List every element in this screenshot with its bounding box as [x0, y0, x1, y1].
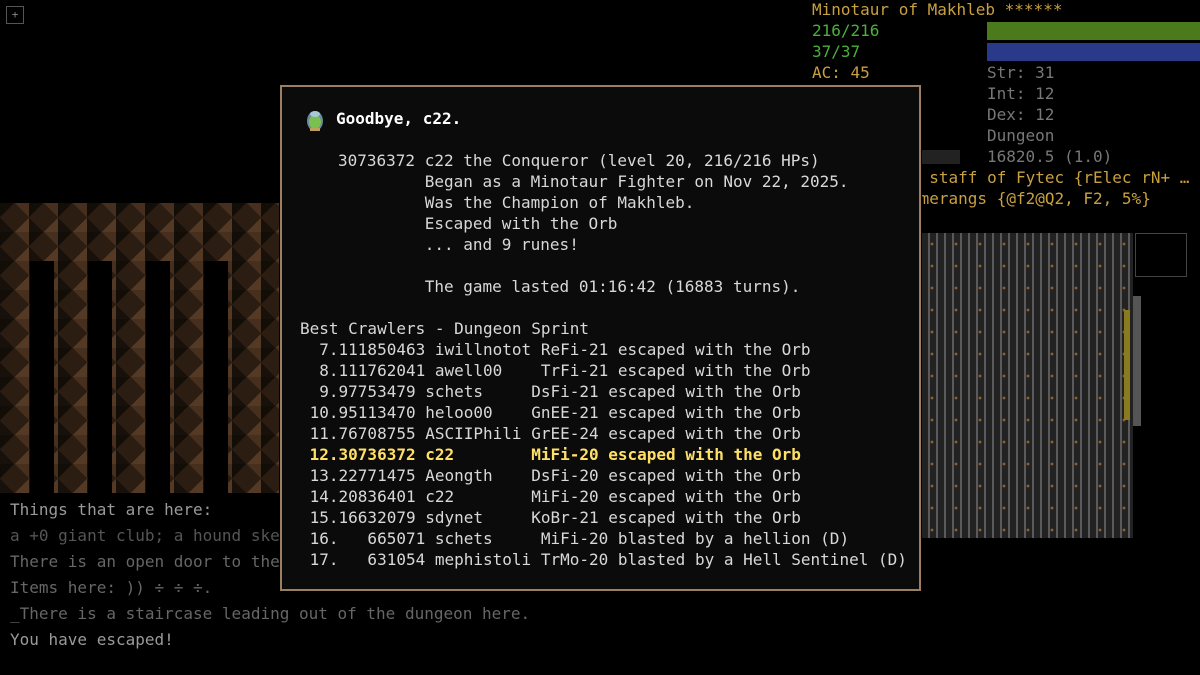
mp-value: 37/37 [812, 42, 861, 61]
map-scroll-thumb[interactable] [1124, 310, 1130, 420]
summary-line: Escaped with the Orb [338, 214, 618, 233]
ac-value: AC: 45 [812, 63, 870, 82]
log-line: _There is a staircase leading out of the… [10, 604, 531, 623]
summary-line: Was the Champion of Makhleb. [338, 193, 695, 212]
game-over-dialog[interactable]: Goodbye, c22. 30736372 c22 the Conqueror… [280, 85, 921, 591]
place-value: Dungeon [987, 126, 1055, 145]
map-scrollbar[interactable] [1133, 296, 1141, 426]
goodbye-heading: Goodbye, c22. [336, 109, 462, 128]
corridor-gap [88, 261, 112, 493]
str-value: Str: 31 [987, 63, 1055, 82]
mp-bar [987, 43, 1200, 61]
player-avatar-icon [307, 111, 323, 131]
map-items [920, 233, 1133, 538]
dungeon-map[interactable] [920, 233, 1133, 538]
hp-bar [987, 22, 1200, 40]
summary-line: Began as a Minotaur Fighter on Nov 22, 2… [338, 172, 849, 191]
score-row-current[interactable]: 12.30736372 c22 MiFi-20 escaped with the… [300, 444, 801, 465]
score-row[interactable]: 9.97753479 schets DsFi-21 escaped with t… [300, 381, 801, 402]
wielded-weapon: y staff of Fytec {rElec rN+ … [910, 168, 1190, 187]
score-row[interactable]: 11.76708755 ASCIIPhili GrEE-24 escaped w… [300, 423, 801, 444]
summary-line: ... and 9 runes! [338, 235, 579, 254]
corridor-gap [30, 261, 54, 493]
score-row[interactable]: 13.22771475 Aeongth DsFi-20 escaped with… [300, 465, 801, 486]
score-row[interactable]: 8.111762041 awell00 TrFi-21 escaped with… [300, 360, 810, 381]
summary-line: 30736372 c22 the Conqueror (level 20, 21… [338, 151, 820, 170]
scores-title: Best Crawlers - Dungeon Sprint [300, 319, 589, 338]
score-row[interactable]: 7.111850463 iwillnotot ReFi-21 escaped w… [300, 339, 810, 360]
character-title: Minotaur of Makhleb ****** [812, 0, 1063, 19]
int-value: Int: 12 [987, 84, 1055, 103]
status-bar-fragment [922, 150, 960, 164]
minimap-frame [1135, 233, 1187, 277]
corridor-gap [204, 261, 228, 493]
menu-button[interactable]: + [6, 6, 24, 24]
score-row[interactable]: 14.20836401 c22 MiFi-20 escaped with the… [300, 486, 801, 507]
log-line: You have escaped! [10, 630, 174, 649]
summary-line: The game lasted 01:16:42 (16883 turns). [338, 277, 801, 296]
score-row[interactable]: 17. 631054 mephistoli TrMo-20 blasted by… [300, 549, 907, 570]
hp-value: 216/216 [812, 21, 880, 40]
score-row[interactable]: 16. 665071 schets MiFi-20 blasted by a h… [300, 528, 849, 549]
quiver-item: omerangs {@f2@Q2, F2, 5%} [910, 189, 1151, 208]
turn-time: 16820.5 (1.0) [987, 147, 1113, 166]
dex-value: Dex: 12 [987, 105, 1055, 124]
dungeon-wall-tiles [0, 203, 280, 493]
score-row[interactable]: 10.95113470 heloo00 GnEE-21 escaped with… [300, 402, 801, 423]
corridor-gap [146, 261, 170, 493]
score-row[interactable]: 15.16632079 sdynet KoBr-21 escaped with … [300, 507, 801, 528]
